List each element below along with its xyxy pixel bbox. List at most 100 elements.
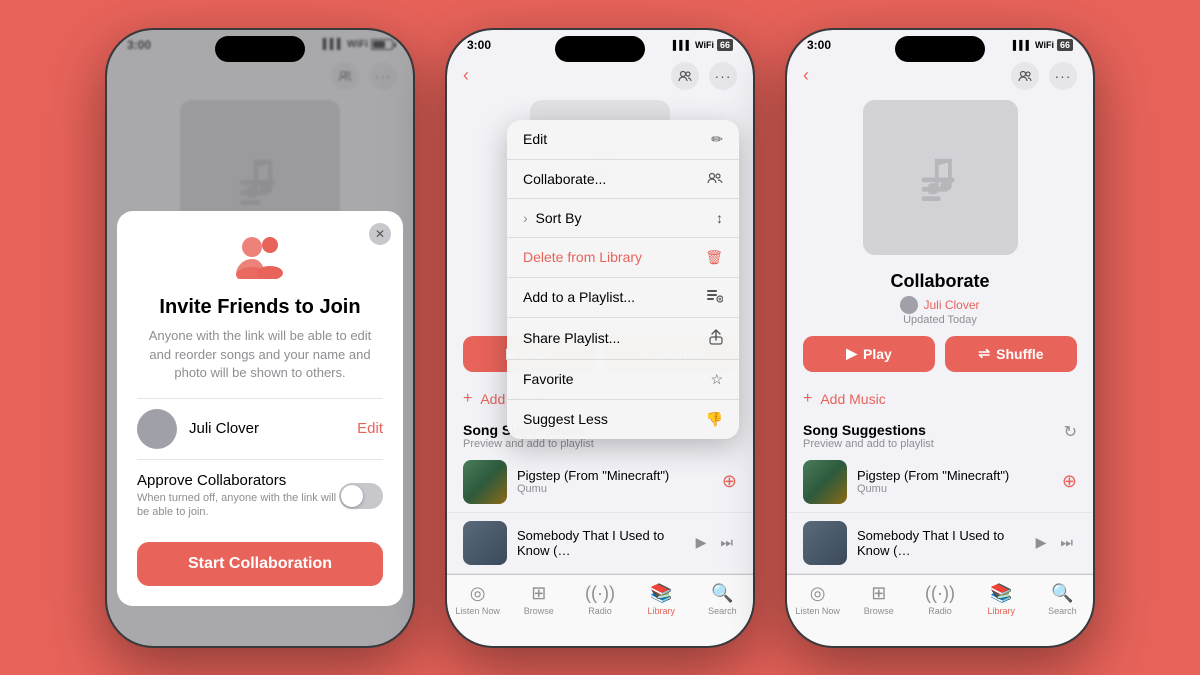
back-button-2[interactable]: ‹ xyxy=(463,65,469,86)
user-row: Juli Clover Edit xyxy=(137,398,383,460)
add-icon-2: + xyxy=(463,390,472,408)
tab-library-3[interactable]: 📚 Library xyxy=(971,583,1032,616)
add-music-label-3: Add Music xyxy=(820,391,885,407)
menu-item-addtoplaylist[interactable]: Add to a Playlist... xyxy=(507,278,739,318)
song-artist-minecraft-2: Qumu xyxy=(517,483,712,495)
collaborate-icon-3[interactable] xyxy=(1011,62,1039,90)
tab-label-search-3: Search xyxy=(1048,606,1077,616)
skip-inline-2[interactable]: ⏭ xyxy=(720,534,733,551)
collab-user-3: Juli Clover xyxy=(803,296,1077,314)
song-info-minecraft-2: Pigstep (From "Minecraft") Qumu xyxy=(517,468,712,495)
tab-label-browse-3: Browse xyxy=(864,606,894,616)
song-name-gotye-2: Somebody That I Used to Know (… xyxy=(517,528,686,558)
tab-search-3[interactable]: 🔍 Search xyxy=(1032,583,1093,616)
skip-inline-3[interactable]: ⏭ xyxy=(1060,534,1073,551)
song-thumb-minecraft-3 xyxy=(803,460,847,504)
approve-toggle[interactable] xyxy=(339,483,383,509)
search-icon-2: 🔍 xyxy=(711,583,733,604)
tab-listennow-3[interactable]: ◎ Listen Now xyxy=(787,583,848,616)
menu-item-favorite[interactable]: Favorite ☆ xyxy=(507,360,739,400)
tab-browse-2[interactable]: ⊞ Browse xyxy=(508,583,569,616)
add-song-button-minecraft-2[interactable]: ⊕ xyxy=(722,471,737,492)
close-button[interactable]: ✕ xyxy=(369,223,391,245)
listennow-icon-2: ◎ xyxy=(470,583,486,604)
edit-icon: ✏ xyxy=(711,131,723,148)
song-info-minecraft-3: Pigstep (From "Minecraft") Qumu xyxy=(857,468,1052,495)
song-name-minecraft-3: Pigstep (From "Minecraft") xyxy=(857,468,1052,483)
playlist-title-3: Collaborate xyxy=(803,271,1077,292)
menu-item-shareplaylist[interactable]: Share Playlist... xyxy=(507,318,739,360)
collab-icon-large xyxy=(137,231,383,284)
more-button-3[interactable]: ··· xyxy=(1049,62,1077,90)
sort-icon: ↕ xyxy=(716,210,723,226)
tab-listennow-2[interactable]: ◎ Listen Now xyxy=(447,583,508,616)
refresh-icon-3[interactable]: ↻ xyxy=(1064,422,1077,442)
song-info-gotye-2: Somebody That I Used to Know (… xyxy=(517,528,686,558)
delete-icon: 🗑 xyxy=(705,249,723,266)
tab-label-search-2: Search xyxy=(708,606,737,616)
more-button-2[interactable]: ··· xyxy=(709,62,737,90)
phone-3: 3:00 ▌▌▌ WiFi 66 ‹ · xyxy=(785,28,1095,648)
tab-radio-3[interactable]: ((·)) Radio xyxy=(909,583,970,616)
collab-name-3: Juli Clover xyxy=(923,298,979,312)
tab-label-browse-2: Browse xyxy=(524,606,554,616)
tab-label-library-3: Library xyxy=(987,606,1015,616)
addtoplaylist-icon xyxy=(707,289,723,306)
action-buttons-3: ▶ Play ⇌ Shuffle xyxy=(787,326,1093,382)
menu-label-addtoplaylist: Add to a Playlist... xyxy=(523,289,635,305)
play-button-3[interactable]: ▶ Play xyxy=(803,336,935,372)
add-icon-3: + xyxy=(803,390,812,408)
dialog-overlay: ✕ Invite Friends to Join Anyone with the… xyxy=(107,30,413,646)
menu-label-suggestless: Suggest Less xyxy=(523,411,608,427)
user-avatar xyxy=(137,409,177,449)
play-icon-3: ▶ xyxy=(846,345,857,362)
collab-updated-3: Updated Today xyxy=(803,314,1077,326)
tab-browse-3[interactable]: ⊞ Browse xyxy=(848,583,909,616)
library-icon-3: 📚 xyxy=(990,583,1012,604)
status-time-3: 3:00 xyxy=(807,38,831,52)
browse-icon-2: ⊞ xyxy=(531,583,546,604)
dynamic-island-2 xyxy=(555,36,645,62)
dynamic-island-3 xyxy=(895,36,985,62)
song-row-gotye-2[interactable]: Somebody That I Used to Know (… ▶ ⏭ xyxy=(447,513,753,574)
song-row-minecraft-3[interactable]: Pigstep (From "Minecraft") Qumu ⊕ xyxy=(787,452,1093,513)
menu-label-collaborate: Collaborate... xyxy=(523,171,606,187)
shuffle-button-3[interactable]: ⇌ Shuffle xyxy=(945,336,1077,372)
phone-1: 3:00 ▌▌▌ WiFi ‹ xyxy=(105,28,415,648)
menu-item-sortby[interactable]: › Sort By ↕ xyxy=(507,199,739,238)
status-icons-2: ▌▌▌ WiFi 66 xyxy=(673,39,733,51)
start-collaboration-button[interactable]: Start Collaboration xyxy=(137,542,383,586)
collaborate-icon-2[interactable] xyxy=(671,62,699,90)
add-music-3[interactable]: + Add Music xyxy=(787,382,1093,416)
edit-button[interactable]: Edit xyxy=(357,420,383,437)
tab-label-library-2: Library xyxy=(647,606,675,616)
dialog-desc: Anyone with the link will be able to edi… xyxy=(137,327,383,382)
tab-radio-2[interactable]: ((·)) Radio xyxy=(569,583,630,616)
menu-item-edit[interactable]: Edit ✏ xyxy=(507,120,739,160)
menu-item-delete[interactable]: Delete from Library 🗑 xyxy=(507,238,739,278)
menu-item-suggestless[interactable]: Suggest Less 👎 xyxy=(507,400,739,439)
tab-search-2[interactable]: 🔍 Search xyxy=(692,583,753,616)
tab-bar-2: ◎ Listen Now ⊞ Browse ((·)) Radio 📚 Libr… xyxy=(447,574,753,646)
song-row-minecraft-2[interactable]: Pigstep (From "Minecraft") Qumu ⊕ xyxy=(447,452,753,513)
song-artist-minecraft-3: Qumu xyxy=(857,483,1052,495)
tab-library-2[interactable]: 📚 Library xyxy=(631,583,692,616)
shuffle-label-3: Shuffle xyxy=(996,346,1043,362)
menu-label-shareplaylist: Share Playlist... xyxy=(523,330,620,346)
radio-icon-2: ((·)) xyxy=(585,583,615,604)
song-row-gotye-3[interactable]: Somebody That I Used to Know (… ▶ ⏭ xyxy=(787,513,1093,574)
menu-item-collaborate[interactable]: Collaborate... xyxy=(507,160,739,199)
nav-bar-3: ‹ ··· xyxy=(787,56,1093,96)
approve-label: Approve Collaborators xyxy=(137,472,339,489)
radio-icon-3: ((·)) xyxy=(925,583,955,604)
user-name: Juli Clover xyxy=(189,420,357,437)
play-inline-3[interactable]: ▶ xyxy=(1036,534,1047,551)
play-inline-2[interactable]: ▶ xyxy=(696,534,707,551)
song-name-minecraft-2: Pigstep (From "Minecraft") xyxy=(517,468,712,483)
nav-actions-2: ··· xyxy=(671,62,737,90)
back-button-3[interactable]: ‹ xyxy=(803,65,809,86)
tab-label-radio-3: Radio xyxy=(928,606,952,616)
dialog-title: Invite Friends to Join xyxy=(137,296,383,319)
tab-label-listennow-2: Listen Now xyxy=(455,606,500,616)
add-song-button-minecraft-3[interactable]: ⊕ xyxy=(1062,471,1077,492)
